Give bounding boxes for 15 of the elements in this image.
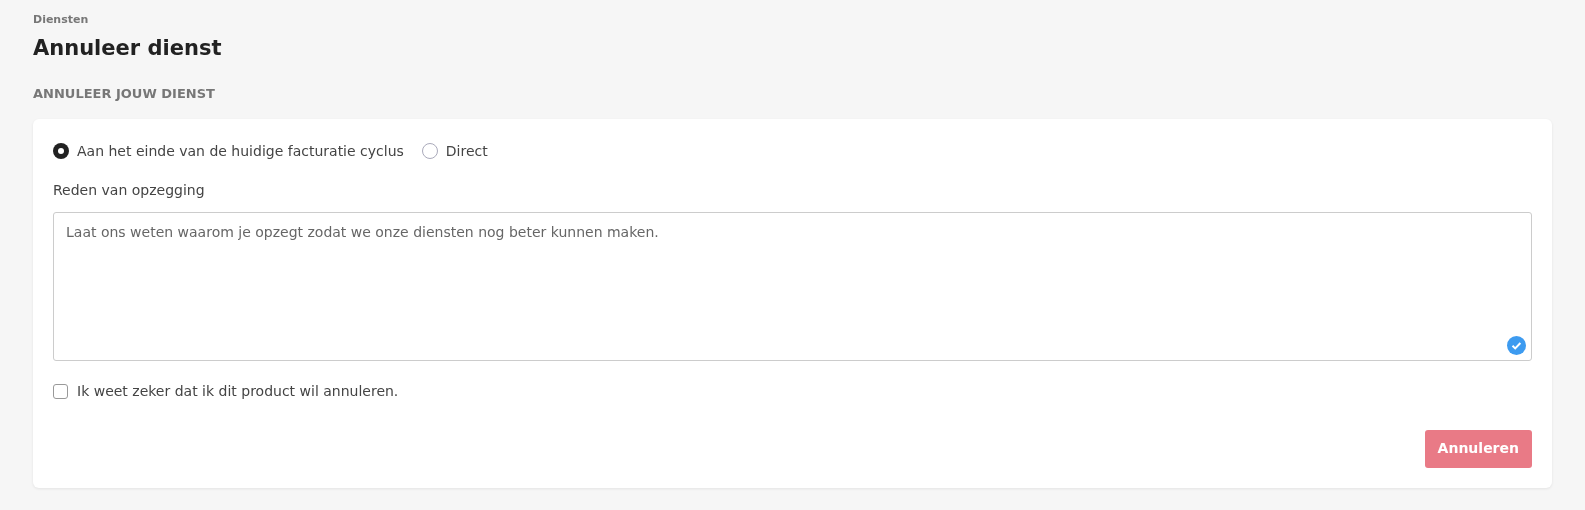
- radio-label: Aan het einde van de huidige facturatie cyclus: [77, 141, 404, 161]
- radio-button[interactable]: [421, 143, 438, 159]
- checkbox[interactable]: [53, 383, 68, 399]
- reason-textarea[interactable]: Laat ons weten waarom je opzegt zodat we onze diensten nog beter kunnen maken.: [53, 211, 1532, 361]
- section-heading: ANNULEER JOUW DIENST: [33, 85, 216, 103]
- radio-option[interactable]: Aan het einde van de huidige facturatie cyclus: [53, 140, 404, 162]
- page-title: Annuleer dienst: [33, 34, 223, 62]
- field-label: Reden van opzegging: [53, 180, 206, 200]
- radio-label: Direct: [445, 141, 488, 161]
- check-icon[interactable]: [1507, 335, 1526, 355]
- confirm-option[interactable]: Ik weet zeker dat ik dit product wil annuleren.: [53, 380, 1532, 402]
- checkbox-label: Ik weet zeker dat ik dit product wil annuleren.: [77, 381, 399, 401]
- radio-button[interactable]: [53, 143, 69, 159]
- breadcrumb: Diensten: [33, 12, 90, 28]
- radio-option[interactable]: Direct: [421, 140, 488, 162]
